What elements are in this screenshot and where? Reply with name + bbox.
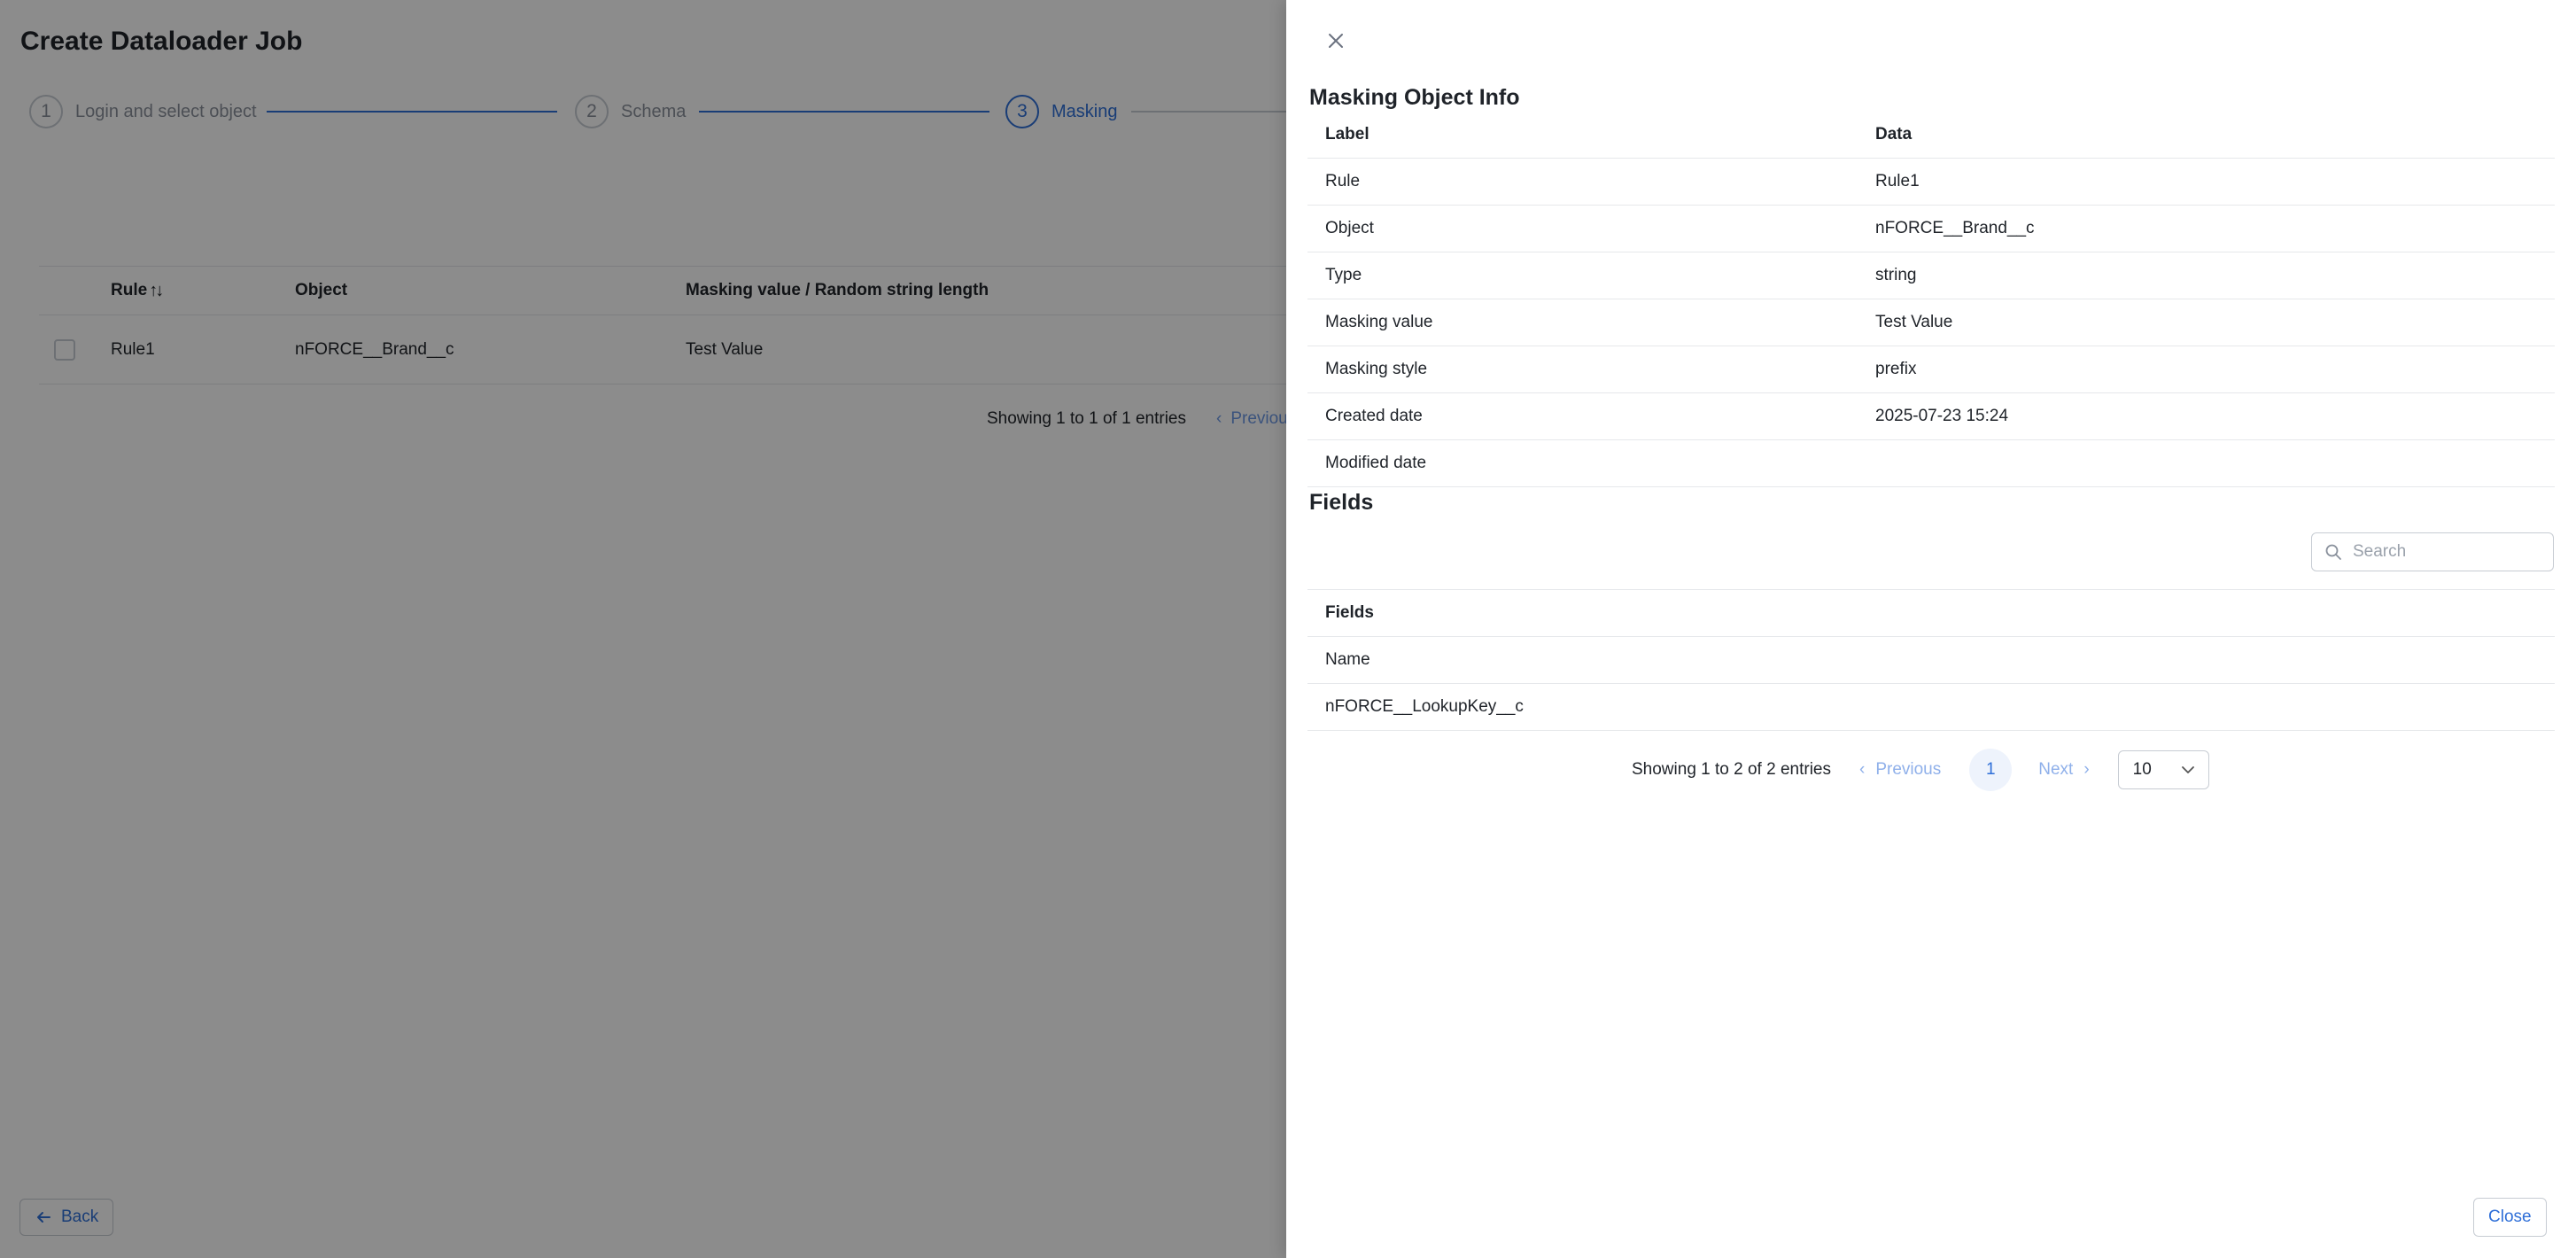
next-label: Next	[2038, 760, 2074, 779]
info-label: Masking value	[1325, 313, 1433, 331]
info-row: Created date 2025-07-23 15:24	[1307, 393, 2555, 440]
info-value: prefix	[1875, 360, 1917, 378]
page-1-button[interactable]: 1	[1969, 749, 2013, 791]
info-label: Rule	[1325, 172, 1361, 190]
info-row: Type string	[1307, 252, 2555, 299]
info-value: 2025-07-23 15:24	[1875, 407, 2009, 425]
info-label: Type	[1325, 266, 1362, 284]
search-input[interactable]	[2353, 542, 2530, 562]
info-value: Rule1	[1875, 172, 1920, 190]
fields-table-header: Fields	[1307, 590, 2555, 637]
data-column-header: Data	[1875, 125, 1913, 144]
search-box	[2311, 532, 2554, 571]
page-size-value: 10	[2132, 760, 2152, 779]
fields-table: Fields Name nFORCE__LookupKey__c	[1307, 589, 2555, 731]
info-label: Object	[1325, 219, 1374, 237]
info-row: Masking style prefix	[1307, 346, 2555, 393]
previous-button[interactable]: ‹ Previous	[1859, 760, 1941, 780]
fields-pagination: Showing 1 to 2 of 2 entries ‹ Previous 1…	[1632, 748, 2209, 792]
close-button[interactable]: Close	[2473, 1198, 2547, 1237]
label-column-header: Label	[1325, 125, 1369, 144]
fields-title: Fields	[1309, 490, 1374, 515]
field-name: nFORCE__LookupKey__c	[1325, 697, 1524, 716]
masking-object-drawer: Masking Object Info Label Data Rule Rule…	[1286, 0, 2576, 1258]
info-table: Label Data Rule Rule1 Object nFORCE__Bra…	[1307, 112, 2555, 487]
table-row: nFORCE__LookupKey__c	[1307, 684, 2555, 731]
fields-column-header: Fields	[1325, 603, 1374, 622]
info-row: Rule Rule1	[1307, 159, 2555, 206]
info-value: string	[1875, 266, 1917, 284]
page-size-select[interactable]: 10	[2117, 750, 2209, 789]
info-table-header: Label Data	[1307, 112, 2555, 159]
info-value: Test Value	[1875, 313, 1953, 331]
info-value: nFORCE__Brand__c	[1875, 219, 2035, 237]
info-label: Created date	[1325, 407, 1423, 425]
modal-backdrop[interactable]	[0, 0, 1286, 1258]
table-row: Name	[1307, 637, 2555, 684]
info-row: Masking value Test Value	[1307, 299, 2555, 346]
info-label: Masking style	[1325, 360, 1428, 378]
search-icon	[2325, 544, 2341, 560]
chevron-down-icon	[2181, 766, 2194, 773]
pagination-info: Showing 1 to 2 of 2 entries	[1632, 760, 1831, 779]
close-icon[interactable]	[1323, 28, 1348, 53]
previous-label: Previous	[1875, 760, 1942, 779]
info-row: Modified date	[1307, 440, 2555, 487]
chevron-right-icon: ›	[2083, 760, 2090, 779]
chevron-left-icon: ‹	[1858, 760, 1866, 779]
next-button[interactable]: Next ›	[2038, 760, 2089, 780]
info-row: Object nFORCE__Brand__c	[1307, 206, 2555, 252]
info-title: Masking Object Info	[1309, 85, 1520, 110]
field-name: Name	[1325, 650, 1370, 669]
info-label: Modified date	[1325, 454, 1427, 472]
